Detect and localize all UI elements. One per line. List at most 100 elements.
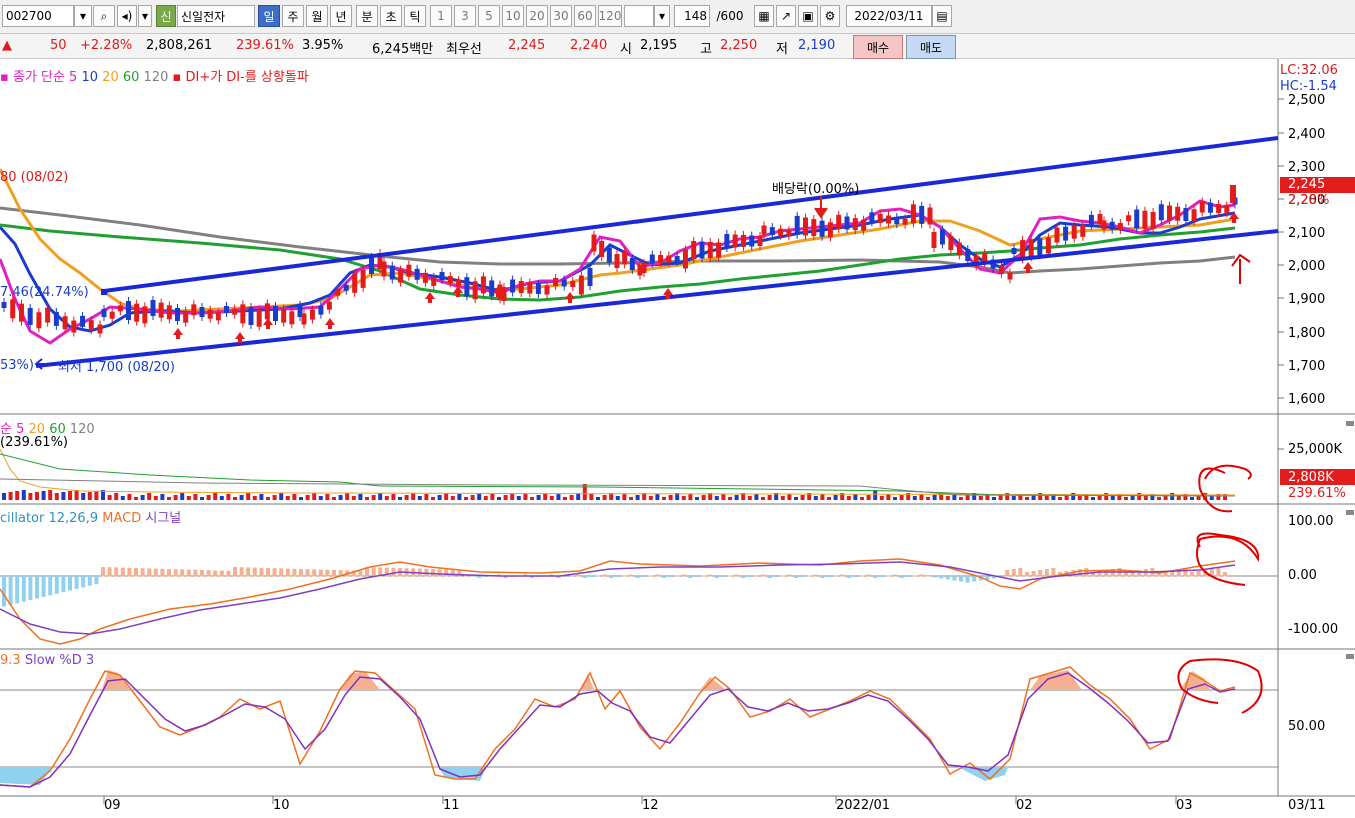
interval-5[interactable]: 5	[478, 5, 500, 27]
macd-histogram-bar	[959, 576, 963, 582]
volume-bar	[378, 493, 383, 500]
sell-button[interactable]: 매도	[906, 35, 956, 59]
custom-interval-input[interactable]	[624, 5, 654, 27]
candle-body	[381, 261, 387, 277]
macd-histogram-bar	[813, 574, 818, 577]
macd-histogram-bar	[1038, 570, 1043, 577]
interval-30[interactable]: 30	[550, 5, 572, 27]
candle-body	[910, 204, 916, 224]
candle-body	[191, 304, 197, 316]
macd-histogram-bar	[358, 570, 363, 577]
macd-histogram-bar	[160, 568, 165, 577]
price-y-tick: 2,400	[1288, 127, 1325, 142]
volume-percent: 239.61%	[236, 38, 294, 53]
macd-histogram-bar	[767, 576, 772, 578]
buy-button[interactable]: 매수	[853, 35, 903, 59]
candle-body	[360, 269, 366, 288]
macd-histogram-bar	[972, 576, 977, 582]
macd-histogram-bar	[615, 576, 620, 577]
volume-bar	[318, 496, 323, 500]
macd-y-tick-neg100: -100.00	[1288, 622, 1339, 637]
volume-bar	[734, 495, 739, 500]
macd-histogram-bar	[675, 575, 680, 577]
volume-bar	[833, 495, 838, 500]
interval-60[interactable]: 60	[574, 5, 596, 27]
candle-body	[658, 255, 664, 263]
macd-histogram-bar	[728, 575, 732, 577]
volume-bar	[384, 496, 389, 500]
last-candle	[1230, 185, 1236, 203]
volume-bar	[932, 495, 937, 500]
legend-ma5: 종가 단순 5	[12, 70, 78, 85]
interval-20[interactable]: 20	[526, 5, 548, 27]
stock-code-input[interactable]: 002700	[2, 5, 74, 27]
macd-histogram-bar	[371, 567, 376, 577]
gear-icon[interactable]: ⚙	[820, 5, 840, 27]
volume-bar	[563, 497, 567, 500]
calendar-icon[interactable]: ▤	[932, 5, 952, 27]
candle-body	[778, 228, 784, 236]
volume-bar	[272, 495, 277, 500]
speaker-icon[interactable]: ◂)	[117, 5, 137, 27]
candle-body	[518, 281, 524, 293]
candle-body	[439, 272, 445, 280]
macd-histogram-bar	[602, 574, 607, 577]
candle-body	[740, 235, 746, 247]
candle-body	[1101, 220, 1107, 230]
lc-value: LC:32.06	[1280, 63, 1338, 78]
candle-body	[1020, 240, 1026, 260]
tab-week[interactable]: 주	[282, 5, 304, 27]
volume-bar	[490, 494, 495, 500]
custom-interval-dropdown[interactable]: ▾	[654, 5, 670, 27]
volume-bar	[61, 492, 66, 500]
volume-bar	[866, 495, 871, 500]
volume-bar	[945, 496, 950, 500]
interval-120[interactable]: 120	[598, 5, 622, 27]
volume-bar	[2, 493, 6, 500]
bar-count-input[interactable]: 148	[674, 5, 710, 27]
candle-body	[1199, 201, 1205, 213]
candle-body	[101, 309, 107, 317]
interval-10[interactable]: 10	[502, 5, 524, 27]
volume-bar	[279, 493, 284, 500]
macd-histogram-bar	[266, 568, 270, 577]
tab-month[interactable]: 월	[306, 5, 328, 27]
tab-year[interactable]: 년	[330, 5, 352, 27]
candle-body	[166, 305, 172, 320]
speaker-dropdown-button[interactable]: ▾	[138, 5, 152, 27]
interval-3[interactable]: 3	[454, 5, 476, 27]
volume-bar	[648, 496, 653, 500]
macd-histogram-bar	[61, 576, 66, 593]
trade-amount: 6,245백만	[372, 42, 434, 57]
date-input[interactable]: 2022/03/11	[846, 5, 932, 27]
tab-minute[interactable]: 분	[356, 5, 378, 27]
candle-body	[1117, 223, 1123, 230]
interval-1[interactable]: 1	[430, 5, 452, 27]
price-y-tick: 1,800	[1288, 326, 1325, 341]
volume-bar	[516, 496, 521, 500]
candle-settings-icon[interactable]: ▦	[754, 5, 774, 27]
candle-body	[561, 279, 567, 287]
search-icon[interactable]: ⌕	[93, 5, 115, 27]
price-y-tick: 2,500	[1288, 93, 1325, 108]
save-icon[interactable]: ▣	[798, 5, 818, 27]
macd-histogram-bar	[87, 576, 92, 586]
tab-tick[interactable]: 틱	[404, 5, 426, 27]
tab-day[interactable]: 일	[258, 5, 280, 27]
bid-price: 2,240	[570, 38, 608, 53]
macd-histogram-bar	[1044, 569, 1049, 577]
volume-bar	[926, 497, 930, 500]
tab-second[interactable]: 초	[380, 5, 402, 27]
hc-value: HC:-1.54	[1280, 79, 1337, 94]
draw-tool-icon[interactable]: ↗	[776, 5, 796, 27]
candle-body	[318, 305, 324, 315]
stock-chart[interactable]: 2,5002,4002,3002,2002,1002,0001,9001,800…	[0, 59, 1355, 818]
candle-body	[1007, 272, 1013, 280]
volume-bar	[543, 493, 548, 500]
volume-bar	[767, 495, 772, 500]
volume-bar	[668, 495, 673, 500]
macd-histogram-bar	[206, 570, 211, 577]
macd-histogram-bar	[912, 575, 917, 577]
volume-bar	[285, 496, 290, 500]
code-dropdown-button[interactable]: ▾	[74, 5, 92, 27]
